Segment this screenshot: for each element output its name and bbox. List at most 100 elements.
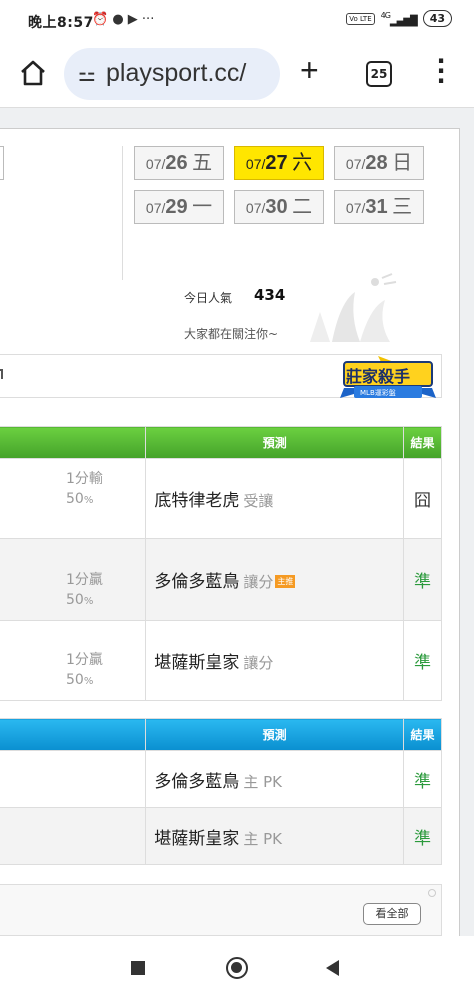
header-predict: 預測 <box>145 718 405 751</box>
network-type: 4G <box>380 10 391 20</box>
date-prev-stub <box>0 146 4 180</box>
table-row: 多倫多藍鳥主 PK 準 <box>0 750 442 808</box>
main-pick-tag: 主推 <box>275 575 296 588</box>
odds-text: 1分贏 <box>66 652 103 668</box>
date-button[interactable]: 07/28 日 <box>334 146 424 180</box>
popularity-value: 434 <box>254 286 286 304</box>
status-right: Vo LTE 4G▂▄▆█ 43 <box>346 10 452 27</box>
header-blank <box>0 718 147 751</box>
odds-cell: 1分輸 50% <box>0 458 147 539</box>
back-icon[interactable] <box>326 960 339 976</box>
table-row: 1分贏 50% 多倫多藍鳥 讓分 主推準 <box>0 538 442 621</box>
date-weekday: 三 <box>392 196 413 218</box>
table-row: 堪薩斯皇家主 PK 準 <box>0 807 442 865</box>
date-month: 07/ <box>145 156 166 172</box>
percent-value: 50 <box>66 592 84 608</box>
date-day: 26 <box>165 152 188 174</box>
popularity-label: 今日人氣 <box>184 291 233 305</box>
badge-subtitle: MLB運彩盤 <box>360 389 396 397</box>
date-weekday: 一 <box>192 196 213 218</box>
badge-title: 莊家殺手 <box>346 367 411 386</box>
odds-cell: 1分贏 50% <box>0 538 147 621</box>
date-weekday: 二 <box>292 196 313 218</box>
date-month: 07/ <box>245 156 266 172</box>
result-cell: 準 <box>403 750 442 808</box>
home-nav-icon[interactable] <box>226 957 248 979</box>
bet-type: 讓分 <box>243 654 274 672</box>
header-result: 結果 <box>403 426 442 459</box>
table-row: 1分贏 50% 堪薩斯皇家 讓分準 <box>0 620 442 701</box>
header-result: 結果 <box>403 718 442 751</box>
prediction-table-pk: 預測 結果 多倫多藍鳥主 PK 準堪薩斯皇家主 PK 準 <box>0 718 442 865</box>
volte-icon: Vo LTE <box>346 12 375 25</box>
odds-text: 1分輸 <box>66 471 103 487</box>
system-nav-bar <box>0 936 474 1000</box>
new-tab-icon[interactable]: + <box>300 52 319 89</box>
percent-value: 50 <box>66 672 84 688</box>
prediction-cell[interactable]: 堪薩斯皇家 讓分 <box>145 620 405 701</box>
date-button[interactable]: 07/26 五 <box>134 146 224 180</box>
prediction-cell[interactable]: 底特律老虎 受讓 <box>145 458 405 539</box>
date-day: 27 <box>265 152 288 174</box>
tab-switcher-button[interactable]: 25 <box>366 61 392 87</box>
date-month: 07/ <box>245 200 266 216</box>
result-cell: 準 <box>403 807 442 865</box>
table-header: 預測 結果 <box>0 718 442 751</box>
date-day: 30 <box>265 196 288 218</box>
signal-icon: 4G▂▄▆█ <box>380 10 418 27</box>
prediction-cell[interactable]: 堪薩斯皇家主 PK <box>145 807 405 865</box>
blank-cell <box>0 807 147 865</box>
more-menu-icon[interactable]: · · · <box>436 49 446 93</box>
address-bar[interactable]: ⚍ playsport.cc/ <box>64 48 280 100</box>
table-row: 1分輸 50% 底特律老虎 受讓囧 <box>0 458 442 539</box>
mascot-watermark-icon <box>310 273 397 342</box>
percent-unit: % <box>83 495 94 506</box>
date-button[interactable]: 07/30 二 <box>234 190 324 224</box>
home-icon[interactable] <box>18 58 48 88</box>
header-blank <box>0 426 147 459</box>
battery-icon: 43 <box>422 10 452 27</box>
bet-type: 受讓 <box>243 492 274 510</box>
divider <box>122 146 123 280</box>
odds-percent: 50% <box>66 590 145 612</box>
chevron-icon[interactable] <box>0 369 3 379</box>
status-bar: 晚上8:57 ⏰ ● ▶ ··· Vo LTE 4G▂▄▆█ 43 <box>0 0 474 44</box>
site-settings-icon[interactable]: ⚍ <box>78 62 96 86</box>
recents-icon[interactable] <box>131 961 145 975</box>
odds-text: 1分贏 <box>66 572 103 588</box>
bet-type: 主 PK <box>243 829 282 848</box>
team-name: 多倫多藍鳥 <box>154 771 240 792</box>
team-name: 底特律老虎 <box>154 491 240 511</box>
odds-cell: 1分贏 50% <box>0 620 147 701</box>
percent-unit: % <box>83 676 94 687</box>
browser-toolbar: ⚍ playsport.cc/ + 25 · · · <box>0 44 474 108</box>
date-button[interactable]: 07/31 三 <box>334 190 424 224</box>
date-month: 07/ <box>345 156 366 172</box>
url-text: playsport.cc/ <box>106 59 247 87</box>
percent-unit: % <box>83 596 94 607</box>
result-cell: 準 <box>403 620 442 701</box>
result-cell: 準 <box>403 538 442 621</box>
date-month: 07/ <box>345 200 366 216</box>
date-button[interactable]: 07/27 六 <box>234 146 324 180</box>
odds-percent: 50% <box>66 489 145 511</box>
date-weekday: 五 <box>192 152 213 174</box>
scroll-indicator <box>428 889 436 897</box>
team-name: 堪薩斯皇家 <box>154 828 240 849</box>
header-predict: 預測 <box>145 426 405 459</box>
percent-value: 50 <box>66 491 84 507</box>
date-day: 28 <box>365 152 388 174</box>
date-month: 07/ <box>145 200 166 216</box>
blank-cell <box>0 750 147 808</box>
date-weekday: 日 <box>392 152 413 174</box>
bet-type: 讓分 <box>243 573 274 591</box>
date-day: 31 <box>365 196 388 218</box>
notification-icons: ⏰ ● ▶ ··· <box>92 12 155 27</box>
result-cell: 囧 <box>403 458 442 539</box>
prediction-cell[interactable]: 多倫多藍鳥 讓分 主推 <box>145 538 405 621</box>
prediction-cell[interactable]: 多倫多藍鳥主 PK <box>145 750 405 808</box>
see-all-button[interactable]: 看全部 <box>363 903 421 925</box>
date-button[interactable]: 07/29 一 <box>134 190 224 224</box>
team-name: 多倫多藍鳥 <box>154 572 240 592</box>
popularity-note: 大家都在關注你~ <box>184 327 279 341</box>
